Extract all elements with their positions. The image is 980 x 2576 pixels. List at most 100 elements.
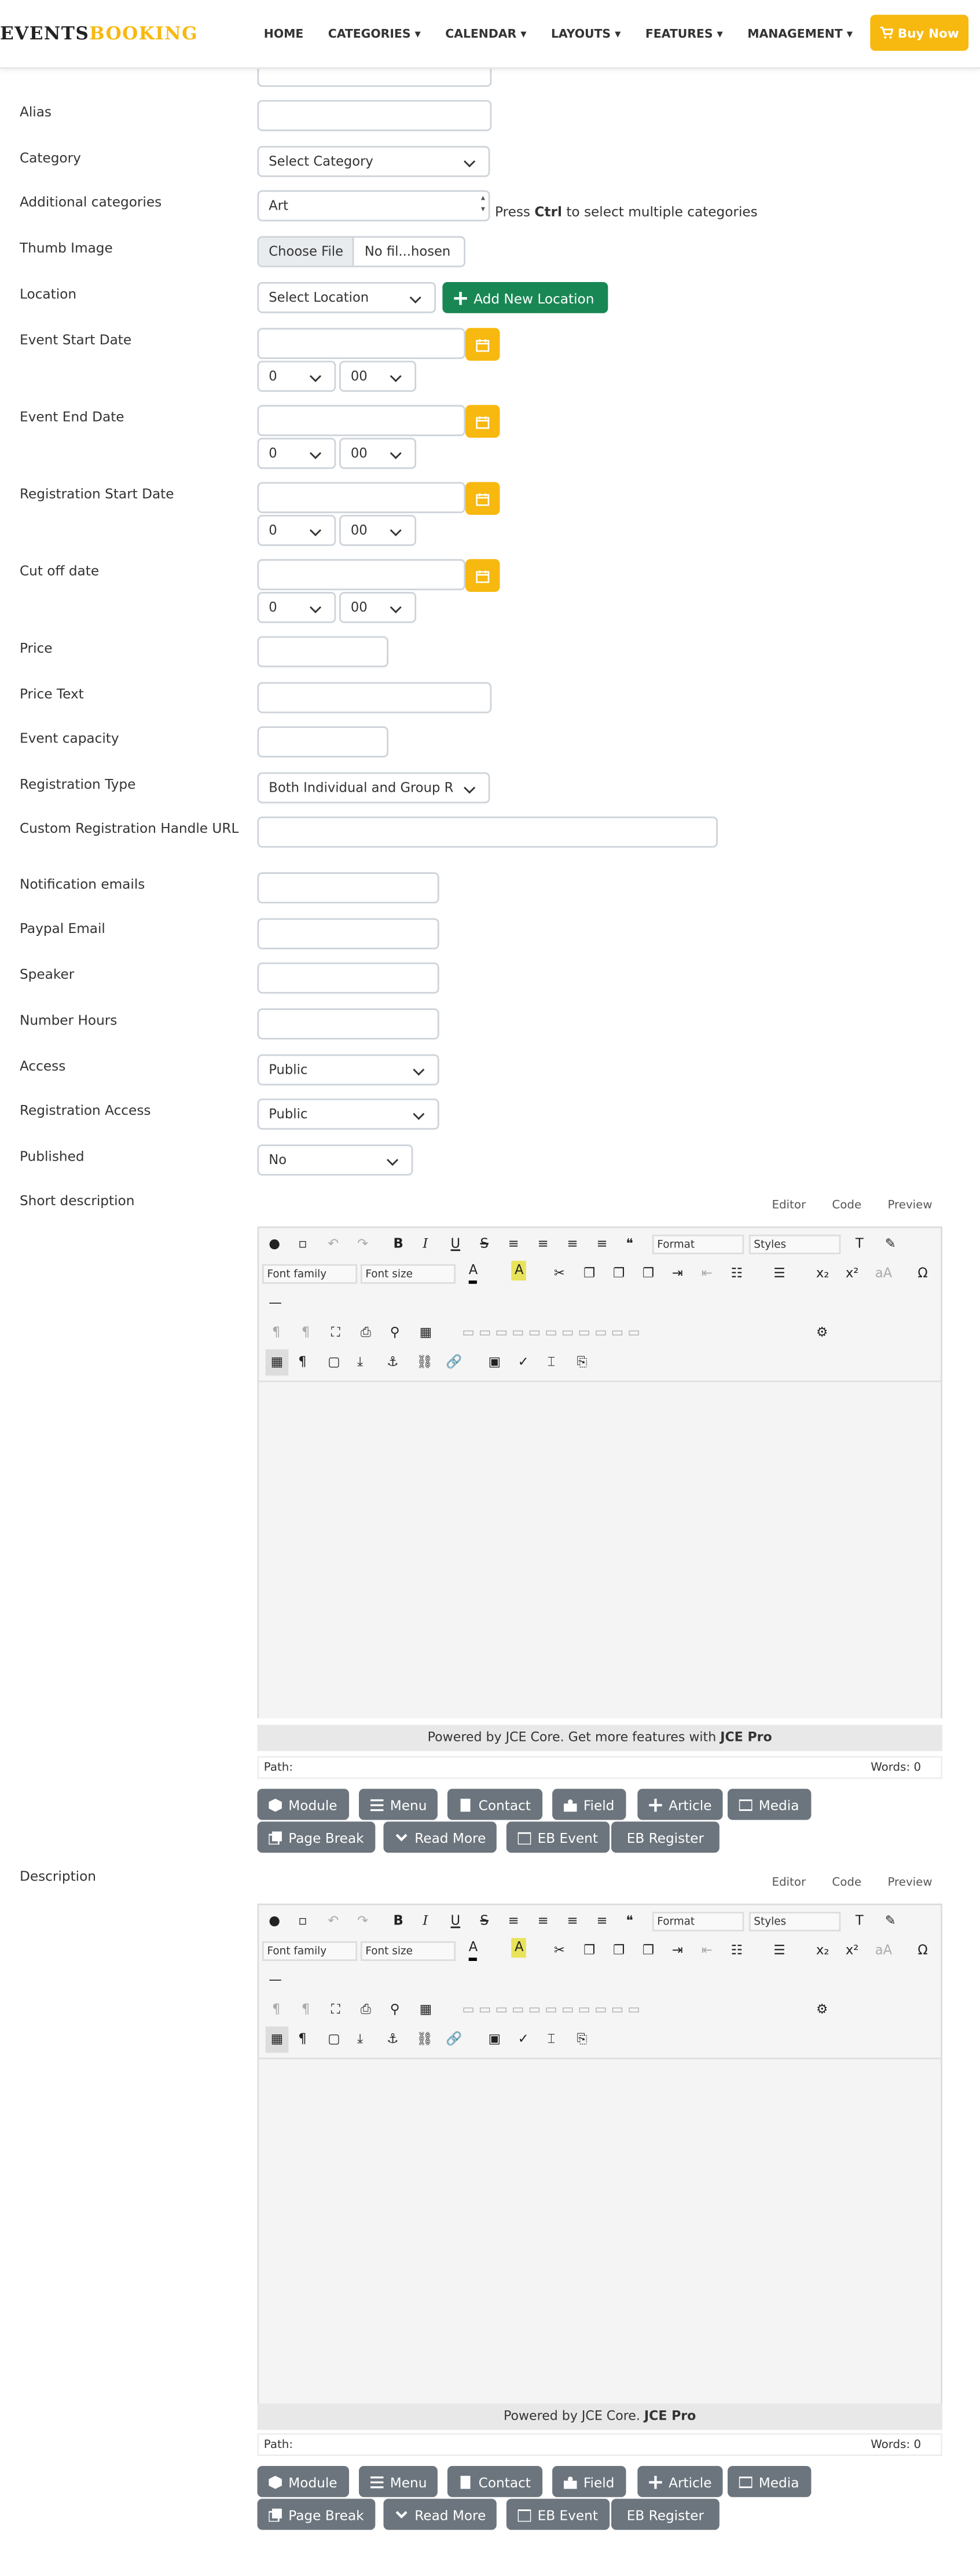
field-button[interactable]: Field	[552, 2465, 626, 2497]
rtl-icon[interactable]: ¶	[302, 1320, 310, 1346]
bold-icon[interactable]: B	[393, 1231, 403, 1257]
access-select[interactable]: Public	[257, 1054, 439, 1086]
align-justify-icon[interactable]: ≡	[508, 1908, 519, 1934]
subscript-icon[interactable]: x₂	[816, 1938, 829, 1964]
undo-icon[interactable]: ↶	[328, 1908, 339, 1934]
ltr-icon[interactable]: ¶	[272, 1997, 280, 2023]
search-icon[interactable]: ⚲	[390, 1320, 400, 1346]
copy-icon[interactable]: ❐	[583, 1261, 595, 1287]
number-hours-input[interactable]	[257, 1008, 439, 1040]
event-start-input[interactable]	[257, 328, 466, 360]
blockquote-icon[interactable]: ❝	[626, 1908, 633, 1934]
bullet-list-icon[interactable]: ☰	[773, 1938, 785, 1964]
visual-aid-icon[interactable]: ▦	[265, 1349, 289, 1376]
alias-input[interactable]	[257, 100, 492, 131]
strikethrough-icon[interactable]: S	[480, 1231, 489, 1257]
spellcheck-icon[interactable]: ✓	[518, 2026, 529, 2052]
font-family-select[interactable]: Font family	[262, 1264, 358, 1284]
help-icon[interactable]: ●	[269, 1231, 280, 1257]
paste-text-icon[interactable]: ❐	[643, 1938, 654, 1964]
tab-preview[interactable]: Preview	[875, 1199, 945, 1212]
print-icon[interactable]: ⎙	[361, 1320, 371, 1346]
tab-editor[interactable]: Editor	[759, 1199, 819, 1212]
undo-icon[interactable]: ↶	[328, 1231, 339, 1257]
table-tools-icon[interactable]: ▭ ▭ ▭ ▭ ▭ ▭ ▭ ▭ ▭ ▭ ▭	[462, 1320, 640, 1346]
nav-home[interactable]: HOME	[264, 26, 304, 41]
table-icon[interactable]: ▦	[420, 1997, 432, 2023]
cut-icon[interactable]: ✂	[554, 1938, 565, 1964]
settings-icon[interactable]: ⚙	[816, 1997, 828, 2023]
horizontal-rule-icon[interactable]: —	[269, 1290, 282, 1316]
font-color-icon[interactable]: A	[468, 1938, 478, 1961]
download-icon[interactable]: ⤓	[357, 2026, 363, 2052]
menu-button[interactable]: Menu	[359, 2465, 439, 2497]
nonbreaking-icon[interactable]: ⌶	[548, 2026, 556, 2052]
short-description-content-area[interactable]	[259, 1380, 941, 1718]
visual-aid-icon[interactable]: ▦	[265, 2026, 289, 2053]
jce-pro-link[interactable]: JCE Pro	[644, 2409, 696, 2423]
align-center-icon[interactable]: ≡	[538, 1908, 549, 1934]
registration-type-select[interactable]: Both Individual and Group R	[257, 772, 490, 804]
contact-button[interactable]: Contact	[447, 2465, 542, 2497]
media-button[interactable]: Media	[728, 2465, 811, 2497]
cutoff-calendar-button[interactable]	[465, 559, 500, 592]
align-right-icon[interactable]: ≡	[597, 1231, 608, 1257]
numbered-list-icon[interactable]: ☷	[731, 1261, 743, 1287]
nonbreaking-icon[interactable]: ⌶	[548, 1349, 556, 1375]
article-button[interactable]: Article	[637, 2465, 724, 2497]
event-end-minute-select[interactable]: 00	[339, 437, 417, 469]
paste-icon[interactable]: ❐	[613, 1938, 625, 1964]
buy-now-button[interactable]: Buy Now	[870, 14, 969, 51]
table-tools-icon[interactable]: ▭ ▭ ▭ ▭ ▭ ▭ ▭ ▭ ▭ ▭ ▭	[462, 1997, 640, 2023]
unlink-icon[interactable]: ⛓	[416, 1349, 433, 1375]
strikethrough-icon[interactable]: S	[480, 1908, 489, 1934]
paste-icon[interactable]: ❐	[613, 1261, 625, 1287]
cleanup-icon[interactable]: ✎	[885, 1231, 896, 1257]
unlink-icon[interactable]: ⛓	[416, 2026, 433, 2052]
outdent-icon[interactable]: ⇤	[702, 1938, 713, 1964]
styles-select[interactable]: Styles	[748, 1234, 841, 1254]
module-button[interactable]: Module	[257, 1788, 349, 1820]
link-icon[interactable]: 🔗	[446, 2026, 462, 2052]
registration-start-input[interactable]	[257, 482, 466, 514]
italic-icon[interactable]: I	[423, 1908, 428, 1934]
published-select[interactable]: No	[257, 1144, 413, 1176]
horizontal-rule-icon[interactable]: —	[269, 1967, 282, 1993]
tab-preview[interactable]: Preview	[875, 1876, 945, 1889]
italic-icon[interactable]: I	[423, 1231, 428, 1257]
indent-icon[interactable]: ⇥	[672, 1261, 683, 1287]
outdent-icon[interactable]: ⇤	[702, 1261, 713, 1287]
background-color-icon[interactable]: A	[511, 1261, 527, 1281]
ltr-icon[interactable]: ¶	[272, 1320, 280, 1346]
cutoff-date-input[interactable]	[257, 559, 466, 591]
format-select[interactable]: Format	[652, 1912, 744, 1932]
tab-editor[interactable]: Editor	[759, 1876, 819, 1889]
contact-button[interactable]: Contact	[447, 1788, 542, 1820]
registration-start-calendar-button[interactable]	[465, 482, 500, 515]
choose-file-button[interactable]: Choose File	[259, 237, 355, 266]
remove-format-icon[interactable]: T	[856, 1908, 864, 1934]
table-icon[interactable]: ▦	[420, 1320, 432, 1346]
font-color-icon[interactable]: A	[468, 1261, 478, 1284]
align-right-icon[interactable]: ≡	[597, 1908, 608, 1934]
event-start-calendar-button[interactable]	[465, 328, 500, 361]
template-icon[interactable]: ⎘	[577, 2026, 588, 2052]
price-text-input[interactable]	[257, 682, 492, 713]
cleanup-icon[interactable]: ✎	[885, 1908, 896, 1934]
nav-calendar[interactable]: CALENDAR ▾	[445, 26, 526, 41]
eb-register-button[interactable]: EB Register	[611, 1821, 720, 1853]
article-button[interactable]: Article	[637, 1788, 724, 1820]
notification-emails-input[interactable]	[257, 872, 439, 903]
event-end-calendar-button[interactable]	[465, 405, 500, 438]
anchor-icon[interactable]: ⚓	[387, 2026, 398, 2052]
underline-icon[interactable]: U	[451, 1231, 461, 1257]
align-center-icon[interactable]: ≡	[538, 1231, 549, 1257]
numbered-list-icon[interactable]: ☷	[731, 1938, 743, 1964]
underline-icon[interactable]: U	[451, 1908, 461, 1934]
additional-categories-select[interactable]: Art ▴ ▾	[257, 190, 490, 222]
font-case-icon[interactable]: aA	[875, 1938, 892, 1964]
custom-url-input[interactable]	[257, 816, 718, 848]
media-button[interactable]: Media	[728, 1788, 811, 1820]
align-justify-icon[interactable]: ≡	[508, 1231, 519, 1257]
tab-code[interactable]: Code	[819, 1199, 875, 1212]
